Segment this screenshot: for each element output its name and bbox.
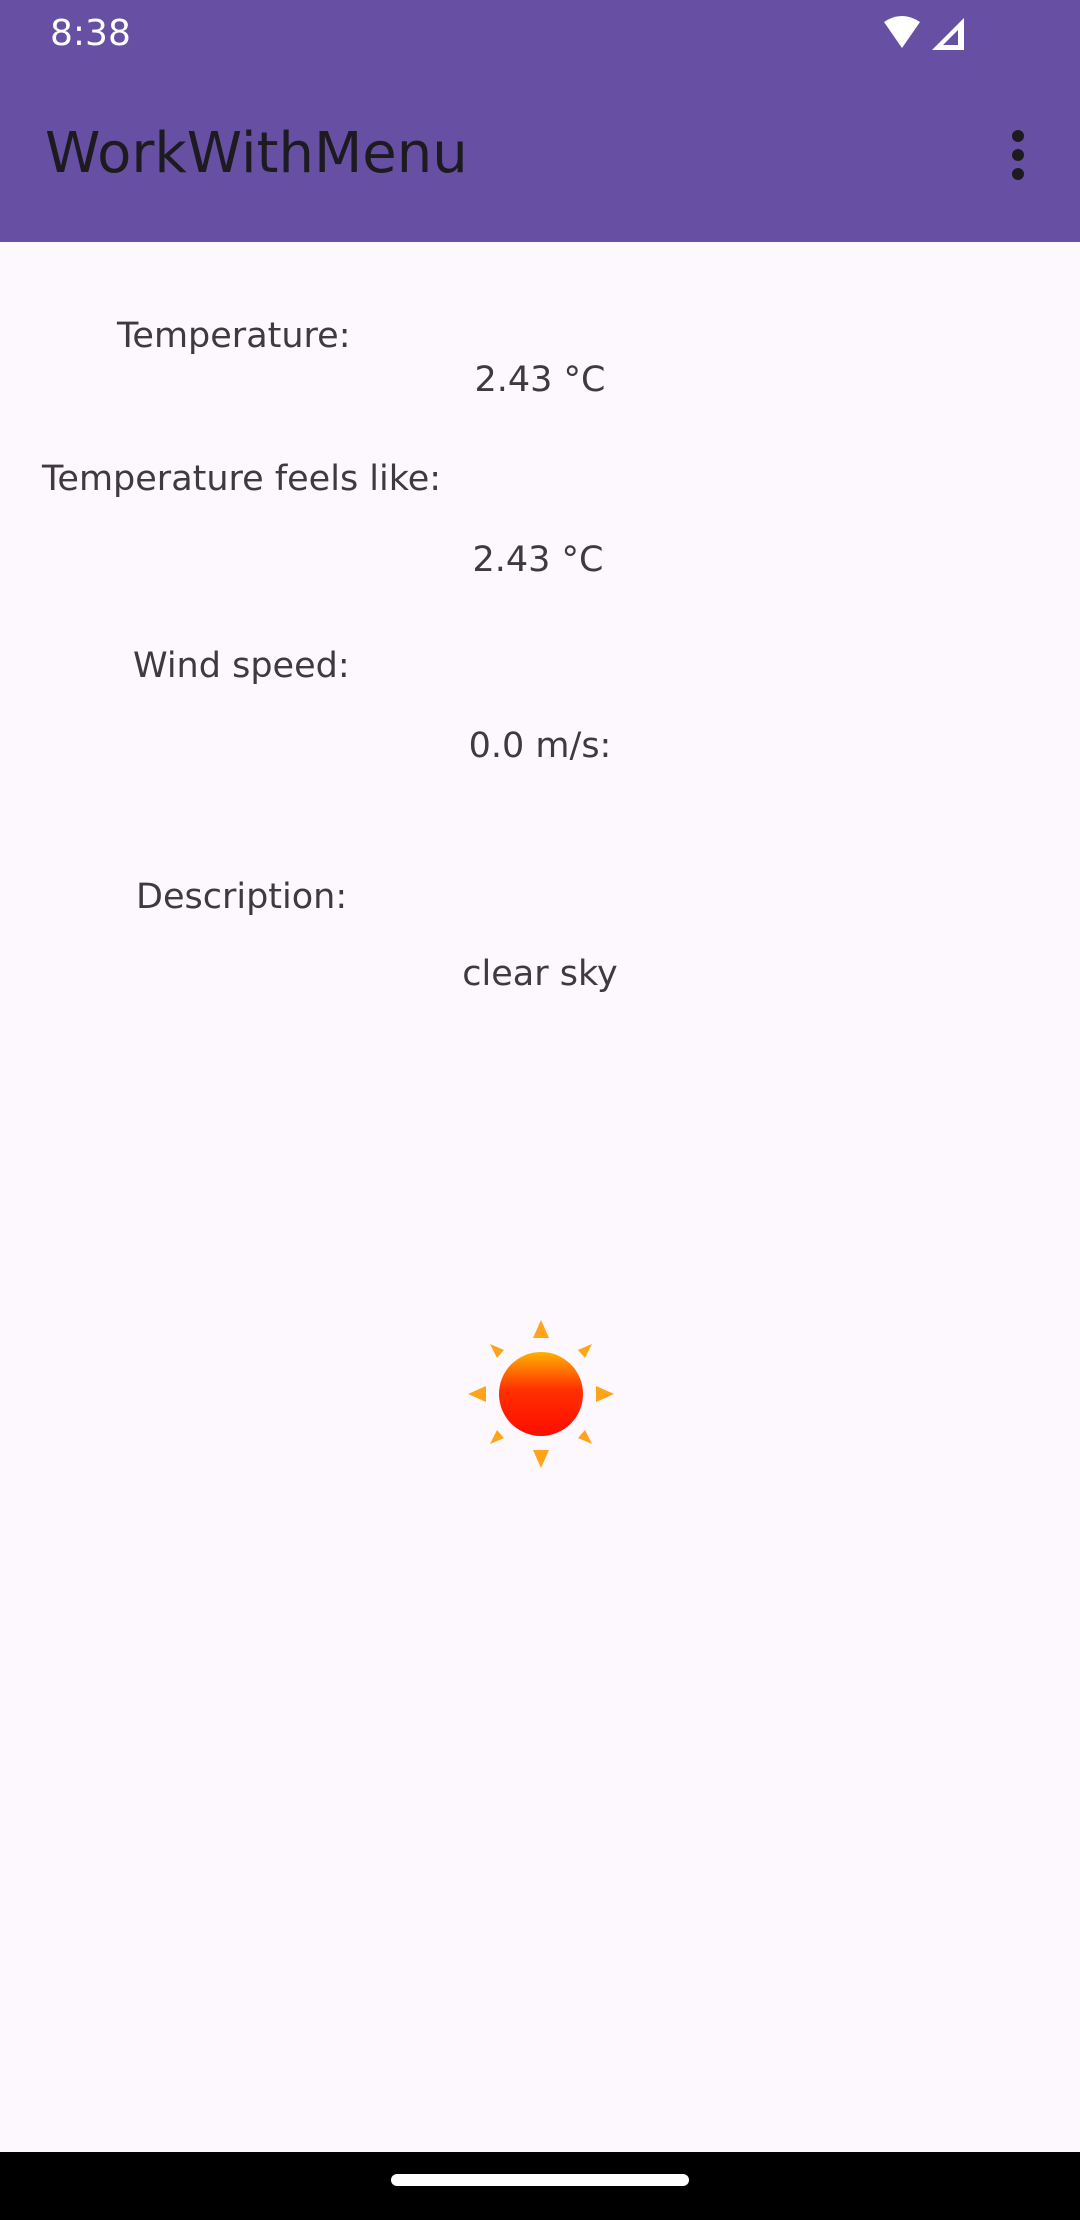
home-gesture-handle[interactable] — [391, 2174, 689, 2186]
wind-speed-value: 0.0 m/s: — [468, 726, 612, 766]
top-app-bar: 8:38 WorkWithMenu — [0, 0, 1080, 242]
feels-like-label: Temperature feels like: — [42, 459, 442, 499]
status-time: 8:38 — [50, 13, 131, 54]
app-title: WorkWithMenu — [45, 121, 468, 186]
wifi-icon — [884, 16, 920, 48]
description-value: clear sky — [462, 954, 618, 994]
sun-icon — [468, 1320, 614, 1468]
feels-like-value: 2.43 °C — [472, 540, 604, 580]
more-vert-icon[interactable] — [990, 120, 1046, 190]
temperature-value: 2.43 °C — [474, 360, 606, 400]
navigation-bar — [0, 2152, 1080, 2220]
temperature-label: Temperature: — [117, 316, 351, 356]
status-icons — [884, 16, 964, 50]
wind-speed-label: Wind speed: — [133, 646, 350, 686]
cellular-signal-icon — [932, 18, 964, 50]
description-label: Description: — [136, 877, 348, 917]
